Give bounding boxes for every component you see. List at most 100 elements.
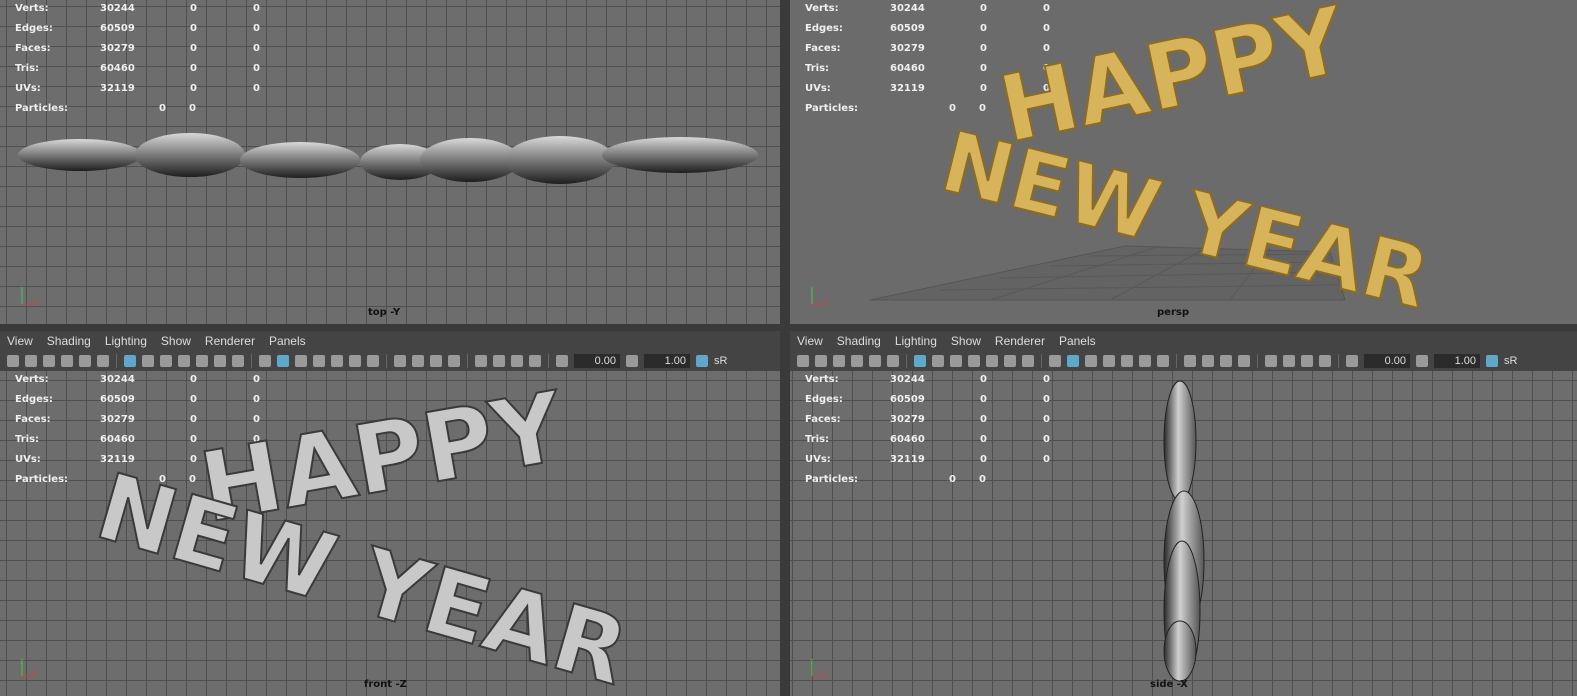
gate-mask-icon[interactable] (968, 355, 980, 367)
wireframe-on-shaded-icon[interactable] (1103, 355, 1115, 367)
bookmark-icon[interactable] (833, 355, 845, 367)
anti-aliasing-icon[interactable] (1220, 355, 1232, 367)
color-management-icon[interactable] (696, 355, 708, 367)
default-material-icon[interactable] (295, 355, 307, 367)
color-management-icon[interactable] (1486, 355, 1498, 367)
anti-aliasing-icon[interactable] (430, 355, 442, 367)
wireframe-icon[interactable] (1049, 355, 1061, 367)
wireframe-icon[interactable] (259, 355, 271, 367)
gamma-icon[interactable] (1416, 355, 1428, 367)
xray-icon[interactable] (493, 355, 505, 367)
smooth-shade-icon[interactable] (1067, 355, 1079, 367)
menu-show[interactable]: Show (951, 334, 981, 348)
svg-text:y: y (810, 657, 814, 664)
camera-label: persp (1157, 307, 1189, 318)
grease-pencil-icon[interactable] (97, 355, 109, 367)
grid-icon[interactable] (914, 355, 926, 367)
isolate-select-icon[interactable] (1265, 355, 1277, 367)
shadows-icon[interactable] (367, 355, 379, 367)
screen-space-ao-icon[interactable] (394, 355, 406, 367)
motion-blur-icon[interactable] (1202, 355, 1214, 367)
xray-icon[interactable] (1283, 355, 1295, 367)
safe-title-icon[interactable] (1022, 355, 1034, 367)
motion-blur-icon[interactable] (412, 355, 424, 367)
menu-renderer[interactable]: Renderer (205, 334, 255, 348)
viewport-persp[interactable]: Verts: 30244 0 0 Edges: 60509 0 0 Faces: 30279 0… (790, 0, 1577, 324)
camera-select-icon[interactable] (797, 355, 809, 367)
menu-view[interactable]: View (7, 334, 33, 348)
svg-text:y: y (810, 285, 814, 292)
menu-shading[interactable]: Shading (837, 334, 881, 348)
safe-action-icon[interactable] (214, 355, 226, 367)
toolbar-divider (1257, 354, 1258, 368)
safe-title-icon[interactable] (232, 355, 244, 367)
smooth-shade-icon[interactable] (277, 355, 289, 367)
camera-label: top -Y (368, 307, 401, 318)
panel-separator-vertical[interactable] (780, 0, 790, 696)
xray-joints-icon[interactable] (1301, 355, 1313, 367)
axis-gizmo-icon: yx (810, 285, 828, 305)
default-material-icon[interactable] (1085, 355, 1097, 367)
gamma-field[interactable]: 1.00 (644, 354, 690, 368)
viewport-side[interactable]: Verts: 30244 0 0 Edges: 60509 0 0 Faces: 30279 0… (790, 371, 1577, 696)
menu-panels[interactable]: Panels (1059, 334, 1096, 348)
2d-pan-zoom-icon[interactable] (79, 355, 91, 367)
depth-of-field-icon[interactable] (448, 355, 460, 367)
field-chart-icon[interactable] (986, 355, 998, 367)
xray-active-icon[interactable] (529, 355, 541, 367)
wireframe-on-shaded-icon[interactable] (313, 355, 325, 367)
axis-gizmo-icon: yx (20, 657, 38, 677)
xray-active-icon[interactable] (1319, 355, 1331, 367)
image-plane-icon[interactable] (851, 355, 863, 367)
shadows-icon[interactable] (1157, 355, 1169, 367)
gate-mask-icon[interactable] (178, 355, 190, 367)
exposure-icon[interactable] (556, 355, 568, 367)
xray-joints-icon[interactable] (511, 355, 523, 367)
viewport-top[interactable]: Verts: 30244 0 0 Edges: 60509 0 0 Faces: 30279 0… (0, 0, 780, 324)
depth-of-field-icon[interactable] (1238, 355, 1250, 367)
screen-space-ao-icon[interactable] (1184, 355, 1196, 367)
menu-lighting[interactable]: Lighting (105, 334, 147, 348)
top-view-mesh (18, 133, 758, 184)
exposure-field[interactable]: 0.00 (574, 354, 620, 368)
menu-view[interactable]: View (797, 334, 823, 348)
menu-shading[interactable]: Shading (47, 334, 91, 348)
isolate-select-icon[interactable] (475, 355, 487, 367)
panel-separator-horizontal[interactable] (0, 324, 1577, 331)
toolbar-divider (251, 354, 252, 368)
gamma-field[interactable]: 1.00 (1434, 354, 1480, 368)
panel-toolbar-front: 0.00 1.00 sR (4, 351, 780, 371)
menu-panels[interactable]: Panels (269, 334, 306, 348)
resolution-gate-icon[interactable] (950, 355, 962, 367)
camera-attributes-icon[interactable] (815, 355, 827, 367)
textured-icon[interactable] (331, 355, 343, 367)
gamma-icon[interactable] (626, 355, 638, 367)
resolution-gate-icon[interactable] (160, 355, 172, 367)
grid-icon[interactable] (124, 355, 136, 367)
viewport-front[interactable]: Verts: 30244 0 0 Edges: 60509 0 0 Faces: 30279 0… (0, 371, 780, 696)
menu-show[interactable]: Show (161, 334, 191, 348)
svg-text:x: x (824, 297, 828, 304)
color-space-label[interactable]: sR (1504, 355, 1517, 367)
use-all-lights-icon[interactable] (349, 355, 361, 367)
camera-select-icon[interactable] (7, 355, 19, 367)
safe-action-icon[interactable] (1004, 355, 1016, 367)
menu-lighting[interactable]: Lighting (895, 334, 937, 348)
exposure-field[interactable]: 0.00 (1364, 354, 1410, 368)
field-chart-icon[interactable] (196, 355, 208, 367)
exposure-icon[interactable] (1346, 355, 1358, 367)
axis-gizmo-icon: yx (20, 285, 38, 305)
camera-attributes-icon[interactable] (25, 355, 37, 367)
panel-toolbar-side: 0.00 1.00 sR (794, 351, 1577, 371)
2d-pan-zoom-icon[interactable] (869, 355, 881, 367)
film-gate-icon[interactable] (932, 355, 944, 367)
menu-renderer[interactable]: Renderer (995, 334, 1045, 348)
use-all-lights-icon[interactable] (1139, 355, 1151, 367)
film-gate-icon[interactable] (142, 355, 154, 367)
toolbar-divider (467, 354, 468, 368)
image-plane-icon[interactable] (61, 355, 73, 367)
color-space-label[interactable]: sR (714, 355, 727, 367)
bookmark-icon[interactable] (43, 355, 55, 367)
textured-icon[interactable] (1121, 355, 1133, 367)
grease-pencil-icon[interactable] (887, 355, 899, 367)
